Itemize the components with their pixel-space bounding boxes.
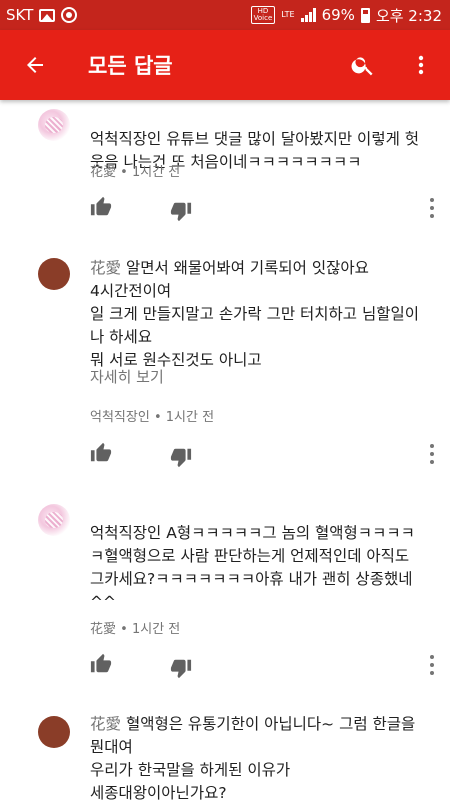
battery-percent: 69% xyxy=(321,6,355,24)
battery-icon xyxy=(360,7,370,23)
comment-time: 1시간 전 xyxy=(131,165,181,180)
dislike-icon[interactable] xyxy=(170,657,192,679)
meta-separator: • xyxy=(153,410,162,425)
page-title: 모든 답글 xyxy=(88,54,173,78)
meta-separator: • xyxy=(120,165,128,180)
like-icon[interactable] xyxy=(90,653,112,675)
comment-body: 알면서 왜물어봐여 기록되어 잇잖아요 4시간전이여 일 크게 만들지말고 손가… xyxy=(90,259,420,369)
comment-actions xyxy=(90,653,435,679)
search-icon xyxy=(351,57,373,76)
signal-icon xyxy=(300,8,316,22)
comment-menu-icon[interactable] xyxy=(429,444,435,464)
comment-text: 花愛 혈액형은 유통기한이 아닙니다~ 그럼 한글을뭔대여 우리가 한국말을 하… xyxy=(90,713,420,800)
like-icon[interactable] xyxy=(90,196,112,218)
comment-text: 花愛 알면서 왜물어봐여 기록되어 잇잖아요 4시간전이여 일 크게 만들지말고… xyxy=(90,257,420,372)
avatar[interactable] xyxy=(38,504,70,536)
comment-menu-icon[interactable] xyxy=(429,655,435,675)
meta-separator: • xyxy=(120,622,128,637)
avatar[interactable] xyxy=(38,716,70,748)
comment-menu-icon[interactable] xyxy=(429,198,435,218)
like-icon[interactable] xyxy=(90,442,112,464)
avatar[interactable] xyxy=(38,258,70,290)
back-button[interactable] xyxy=(0,30,70,100)
comment-author[interactable]: 花愛 xyxy=(90,165,116,180)
comment-meta: 花愛 • 1시간 전 xyxy=(90,618,180,637)
gallery-notification-icon xyxy=(39,8,56,22)
mentioned-author[interactable]: 花愛 xyxy=(90,715,121,733)
read-more-link[interactable]: 자세히 보기 xyxy=(90,366,164,387)
status-bar: SKT HD Voice LTE 69% 오후 2:32 xyxy=(0,0,450,30)
more-options-button[interactable] xyxy=(392,30,450,100)
comment-text: 억척직장인 A형ㅋㅋㅋㅋㅋ그 놈의 혈액형ㅋㅋㅋㅋㅋ혈액형으로 사람 판단하는게… xyxy=(90,499,420,614)
comment-body: 혈액형은 유통기한이 아닙니다~ 그럼 한글을뭔대여 우리가 한국말을 하게된 … xyxy=(90,715,416,800)
status-bar-right: HD Voice LTE 69% 오후 2:32 xyxy=(250,5,442,26)
comment-actions xyxy=(90,442,435,468)
back-arrow-icon xyxy=(27,57,43,73)
carrier-label: SKT xyxy=(6,6,34,24)
clock: 오후 2:32 xyxy=(375,6,442,25)
comment-actions xyxy=(90,196,435,222)
mentioned-author[interactable]: 花愛 xyxy=(90,259,121,277)
dislike-icon[interactable] xyxy=(170,200,192,222)
avatar[interactable] xyxy=(38,109,70,141)
comment-meta: 억척직장인 • 1시간 전 xyxy=(90,406,214,425)
comment-body: 억척직장인 A형ㅋㅋㅋㅋㅋ그 놈의 혈액형ㅋㅋㅋㅋㅋ혈액형으로 사람 판단하는게… xyxy=(90,524,415,611)
status-bar-left: SKT xyxy=(6,6,78,24)
comment-author[interactable]: 花愛 xyxy=(90,622,116,637)
app-bar: 모든 답글 xyxy=(0,30,450,100)
comment-meta: 花愛 • 1시간 전 xyxy=(90,161,180,180)
dislike-icon[interactable] xyxy=(170,446,192,468)
search-button[interactable] xyxy=(334,30,392,100)
hd-voice-icon: HD Voice xyxy=(250,6,276,24)
lte-icon: LTE xyxy=(281,10,295,19)
notification-circle-icon xyxy=(61,7,78,23)
comment-time: 1시간 전 xyxy=(131,622,181,637)
voice-label: Voice xyxy=(253,14,273,22)
more-vert-icon xyxy=(418,55,424,75)
comment-time: 1시간 전 xyxy=(165,410,215,425)
comment-author[interactable]: 억척직장인 xyxy=(90,410,150,425)
